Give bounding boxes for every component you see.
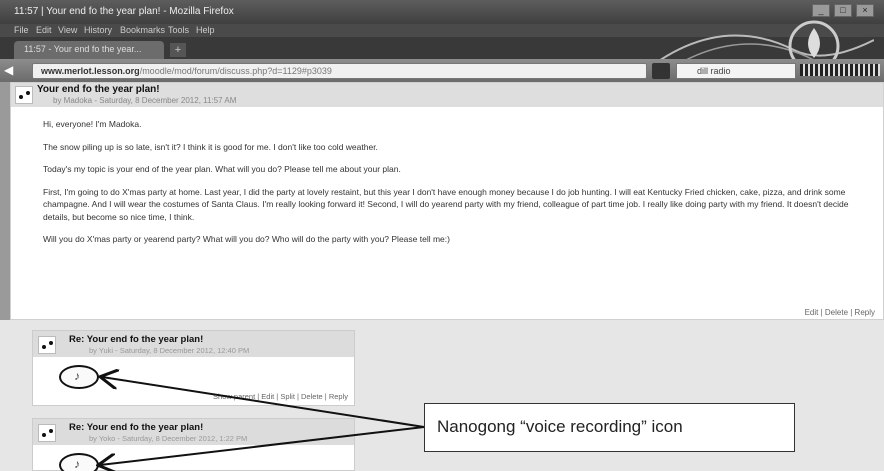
post-paragraph: Hi, everyone! I'm Madoka.: [43, 119, 142, 129]
avatar[interactable]: [15, 86, 33, 104]
post-paragraph: The snow piling up is so late, isn't it?…: [43, 141, 378, 152]
post-body: Hi, everyone! I'm Madoka. The snow pilin…: [43, 118, 873, 256]
avatar-dot-icon: [42, 433, 46, 437]
reply-actions[interactable]: Show parent | Edit | Split | Delete | Re…: [213, 392, 348, 401]
reply-title: Re: Your end fo the year plan!: [69, 334, 204, 345]
post-paragraph: First, I'm going to do X'mas party at ho…: [43, 186, 849, 222]
reply-meta: by Yoko - Saturday, 8 December 2012, 1:2…: [89, 434, 248, 443]
url-bar[interactable]: www.merlot.lesson.org/moodle/mod/forum/d…: [32, 63, 647, 79]
reply-meta: by Yuki - Saturday, 8 December 2012, 12:…: [89, 346, 250, 355]
avatar[interactable]: [38, 336, 56, 354]
avatar-dot-icon: [49, 429, 53, 433]
annotation-callout: Nanogong “voice recording” icon: [424, 403, 795, 452]
bookmark-icon[interactable]: [652, 63, 670, 79]
addon-toolbar[interactable]: [800, 64, 880, 76]
tab-label: 11:57 - Your end fo the year...: [24, 44, 142, 54]
menu-help[interactable]: Help: [196, 25, 215, 35]
menu-file[interactable]: File: [14, 25, 29, 35]
post-title: Your end fo the year plan!: [37, 84, 160, 95]
post-actions[interactable]: Edit | Delete | Reply: [805, 308, 875, 317]
callout-text: Nanogong “voice recording” icon: [437, 417, 683, 436]
back-arrow-icon[interactable]: ◀: [4, 63, 28, 78]
menu-bookmarks[interactable]: Bookmarks: [120, 25, 165, 35]
post-meta: by Madoka - Saturday, 8 December 2012, 1…: [53, 96, 237, 105]
microphone-icon: ♪: [74, 369, 80, 383]
new-tab-button[interactable]: +: [170, 43, 186, 57]
menu-edit[interactable]: Edit: [36, 25, 52, 35]
url-text: www.merlot.lesson.org/moodle/mod/forum/d…: [41, 66, 332, 76]
avatar[interactable]: [38, 424, 56, 442]
post-paragraph: Will you do X'mas party or yearend party…: [43, 234, 450, 244]
reply-post: Re: Your end fo the year plan! by Yoko -…: [32, 418, 355, 471]
post-paragraph: Today's my topic is your end of the year…: [43, 164, 401, 174]
reply-title: Re: Your end fo the year plan!: [69, 422, 204, 433]
microphone-icon: ♪: [74, 457, 80, 471]
search-value: dill radio: [697, 66, 731, 76]
tab-forum[interactable]: 11:57 - Your end fo the year...: [14, 41, 164, 59]
menu-tools[interactable]: Tools: [168, 25, 189, 35]
search-input[interactable]: dill radio: [676, 63, 796, 79]
url-host: www.merlot.lesson.org: [41, 66, 140, 76]
forum-post: Your end fo the year plan! by Madoka - S…: [10, 82, 884, 320]
avatar-dot-icon: [26, 91, 30, 95]
left-sidebar: [0, 82, 10, 320]
reply-post: Re: Your end fo the year plan! by Yuki -…: [32, 330, 355, 406]
avatar-dot-icon: [49, 341, 53, 345]
nanogong-recording-icon[interactable]: ♪: [59, 365, 99, 389]
window-title: 11:57 | Your end fo the year plan! - Moz…: [14, 6, 234, 17]
navigation-toolbar: ◀ www.merlot.lesson.org/moodle/mod/forum…: [0, 59, 884, 82]
reply-header: Re: Your end fo the year plan! by Yuki -…: [33, 331, 354, 357]
menu-view[interactable]: View: [58, 25, 77, 35]
reply-header: Re: Your end fo the year plan! by Yoko -…: [33, 419, 354, 445]
nanogong-recording-icon[interactable]: ♪: [59, 453, 99, 471]
url-path: /moodle/mod/forum/discuss.php?d=1129#p30…: [139, 66, 332, 76]
avatar-dot-icon: [19, 95, 23, 99]
menu-history[interactable]: History: [84, 25, 112, 35]
post-header: Your end fo the year plan! by Madoka - S…: [11, 83, 883, 107]
avatar-dot-icon: [42, 345, 46, 349]
